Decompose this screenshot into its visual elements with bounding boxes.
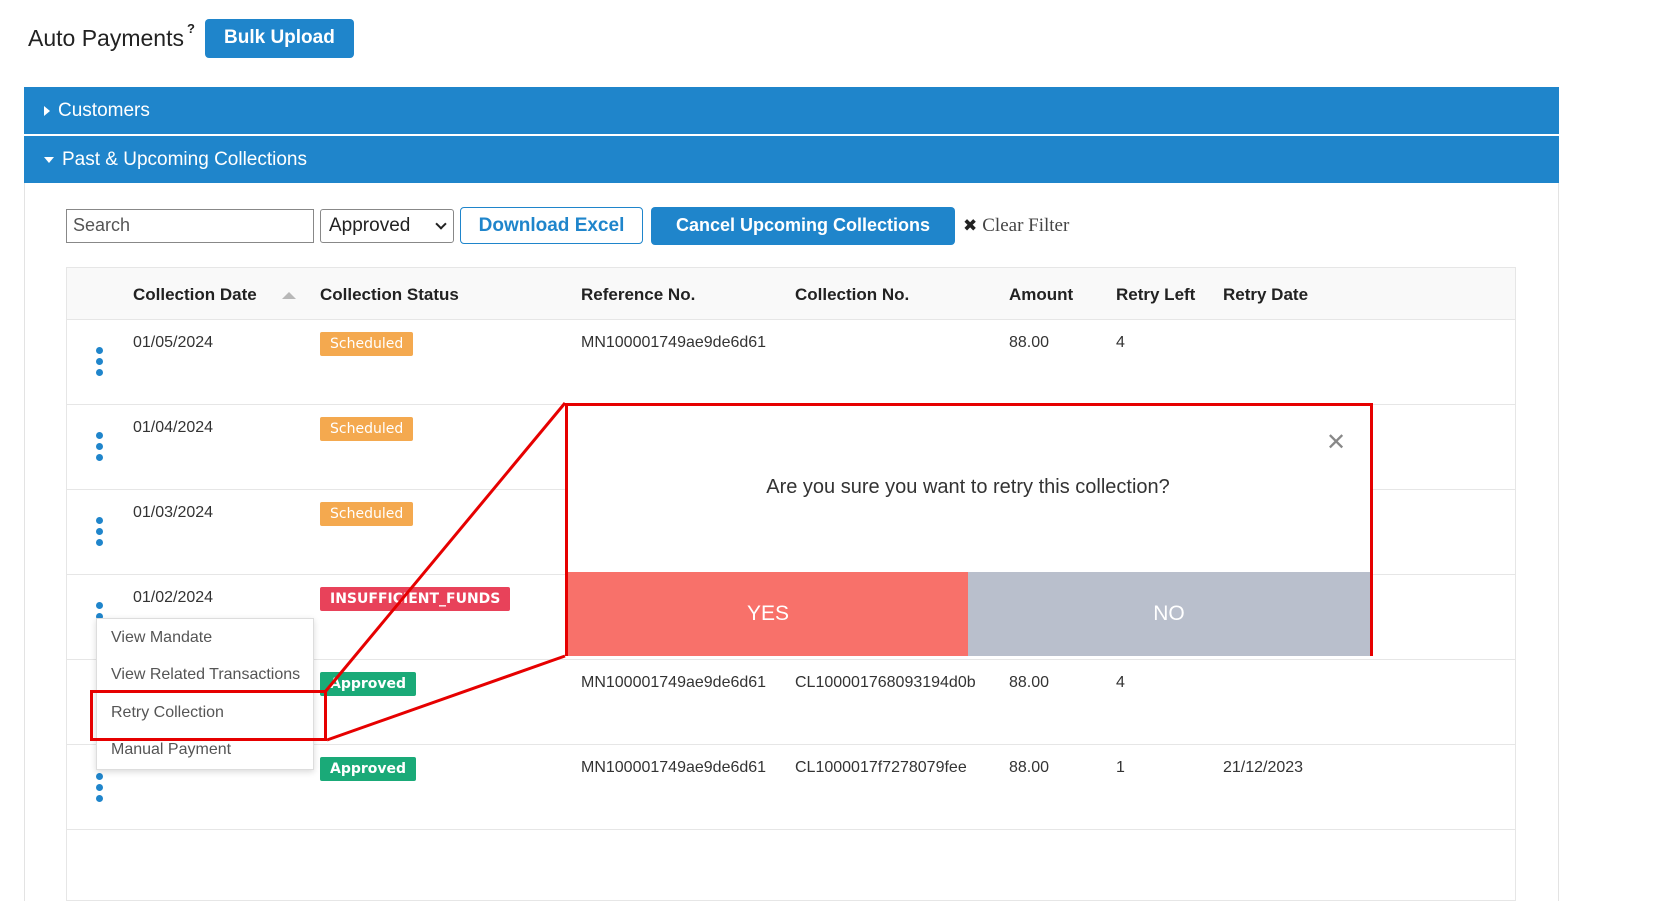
modal-message: Are you sure you want to retry this coll… (766, 476, 1170, 498)
close-icon[interactable]: ✕ (1326, 428, 1346, 456)
yes-button[interactable]: YES (568, 572, 968, 656)
retry-confirm-modal: ✕ Are you sure you want to retry this co… (565, 403, 1373, 656)
no-button[interactable]: NO (968, 572, 1370, 656)
